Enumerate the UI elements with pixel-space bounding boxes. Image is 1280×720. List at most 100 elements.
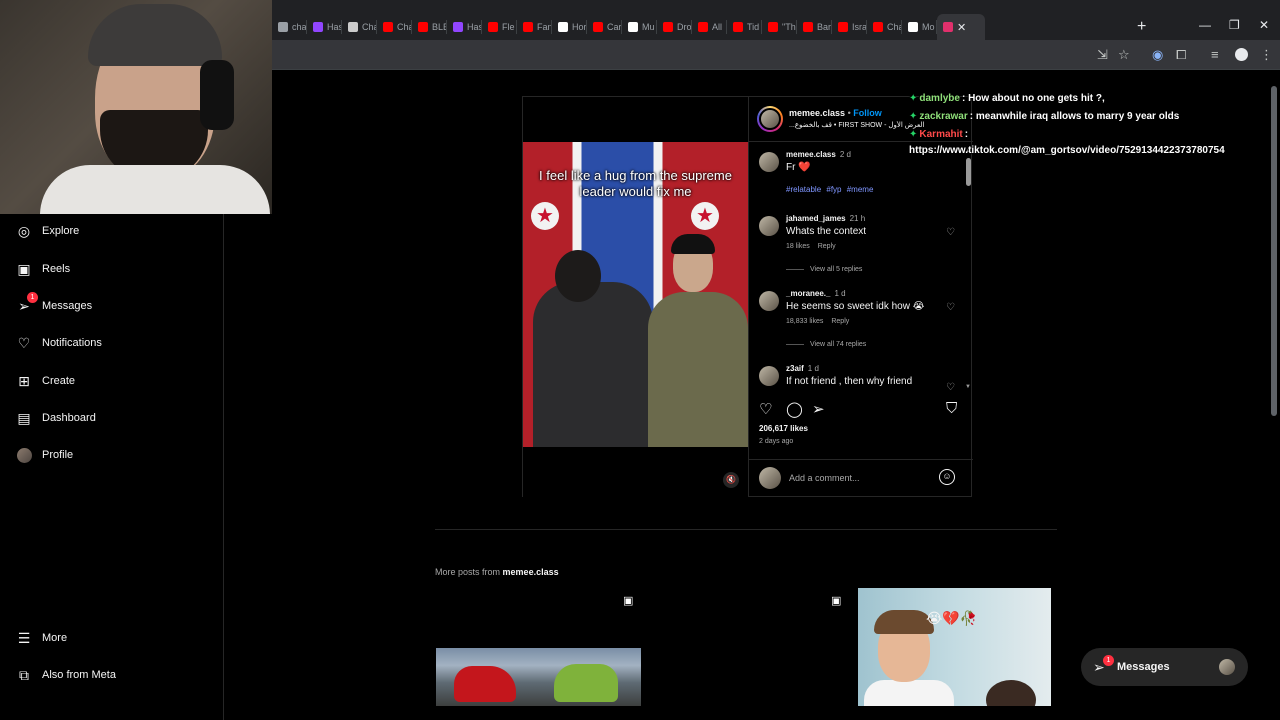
browser-tab[interactable]: Has xyxy=(307,14,342,40)
follow-button[interactable]: Follow xyxy=(853,108,882,118)
sidebar-item-profile[interactable]: Profile xyxy=(16,443,73,467)
comment-input[interactable]: Add a comment... xyxy=(789,473,860,483)
media-controls-icon[interactable]: ≡ xyxy=(1211,47,1219,62)
sidebar-item-notifications[interactable]: ♡ Notifications xyxy=(16,331,102,355)
extension-icon[interactable]: ◉ xyxy=(1152,47,1163,63)
comment-icon[interactable]: ◯ xyxy=(786,400,803,418)
scrollbar-thumb[interactable] xyxy=(966,158,971,186)
scroll-down-icon[interactable]: ▼ xyxy=(965,384,971,390)
comment-likes[interactable]: 18 likes xyxy=(786,243,810,250)
sidebar-item-label: Explore xyxy=(42,225,80,237)
browser-tab[interactable]: Mo xyxy=(902,14,937,40)
browser-tab[interactable]: Cha xyxy=(377,14,412,40)
post-media[interactable]: I feel like a hug from the supreme leade… xyxy=(523,97,748,497)
avatar[interactable] xyxy=(759,216,779,236)
tab-label: Fan xyxy=(537,22,552,32)
comment-username[interactable]: z3aif xyxy=(786,364,804,373)
browser-tab[interactable]: Hor xyxy=(552,14,587,40)
sidebar-item-label: More xyxy=(42,632,68,644)
scrollbar-thumb[interactable] xyxy=(1271,86,1277,416)
chat-text: : meanwhile iraq allows to marry 9 year … xyxy=(969,111,1180,122)
browser-tab[interactable]: Tid xyxy=(727,14,762,40)
notification-badge: 1 xyxy=(27,292,38,303)
more-posts-username[interactable]: memee.class xyxy=(503,567,559,577)
close-window-button[interactable]: ✕ xyxy=(1259,18,1269,32)
post-username[interactable]: memee.class xyxy=(789,108,845,118)
browser-tab[interactable]: Isra xyxy=(832,14,867,40)
sidebar-item-label: Reels xyxy=(42,263,71,275)
post-thumbnail[interactable]: 😭💔🥀 xyxy=(858,588,1051,706)
view-replies-button[interactable]: View all 5 replies xyxy=(786,266,862,273)
browser-tab[interactable]: Has xyxy=(447,14,482,40)
avatar[interactable] xyxy=(759,366,779,386)
audio-track[interactable]: ...قف بالخضوع • FIRST SHOW - العرض الأول xyxy=(789,121,939,129)
hashtag-link[interactable]: #meme xyxy=(847,185,874,194)
sidebar-item-dashboard[interactable]: ▤ Dashboard xyxy=(16,406,95,430)
like-comment-heart-icon[interactable]: ♡ xyxy=(946,382,955,393)
story-ring[interactable] xyxy=(757,106,783,132)
extensions-puzzle-icon[interactable]: ⧠ xyxy=(1176,47,1186,63)
sidebar-item-explore[interactable]: ◎ Explore xyxy=(16,219,79,243)
bookmark-star-icon[interactable]: ☆ xyxy=(1118,47,1130,63)
sidebar-item-reels[interactable]: ▣ Reels xyxy=(16,257,70,281)
like-heart-icon[interactable]: ♡ xyxy=(759,400,772,418)
browser-tab[interactable]: BLE xyxy=(412,14,447,40)
sidebar-item-messages[interactable]: ➢ 1 Messages xyxy=(16,292,92,318)
bookmark-icon[interactable]: ⛉ xyxy=(946,400,957,417)
browser-tab[interactable]: Cha xyxy=(342,14,377,40)
close-tab-icon[interactable]: ✕ xyxy=(957,21,966,34)
like-count[interactable]: 206,617 likes xyxy=(759,424,808,433)
browser-tab[interactable]: "Th xyxy=(762,14,797,40)
messages-pill-button[interactable]: ➢ 1 Messages xyxy=(1081,648,1248,686)
post-thumbnail[interactable] xyxy=(436,648,641,706)
sidebar-item-more[interactable]: ☰ More xyxy=(16,626,67,650)
browser-tab[interactable]: Bar xyxy=(797,14,832,40)
hashtag-link[interactable]: #fyp xyxy=(826,185,841,194)
reel-video[interactable]: I feel like a hug from the supreme leade… xyxy=(523,142,748,447)
mute-button[interactable]: 🔇 xyxy=(723,472,739,488)
browser-menu-icon[interactable]: ⋮ xyxy=(1260,47,1273,63)
reply-button[interactable]: Reply xyxy=(831,318,849,325)
browser-tab[interactable]: All xyxy=(692,14,727,40)
comment-username[interactable]: jahamed_james xyxy=(786,214,846,223)
browser-tab[interactable]: Car xyxy=(587,14,622,40)
chat-username: damlybe xyxy=(919,93,960,104)
minimize-button[interactable]: — xyxy=(1199,18,1211,32)
share-icon[interactable]: ➢ xyxy=(812,400,825,418)
reply-button[interactable]: Reply xyxy=(818,243,836,250)
page-scrollbar[interactable] xyxy=(1271,80,1277,710)
view-replies-button[interactable]: View all 74 replies xyxy=(786,341,866,348)
post-date: 2 days ago xyxy=(759,438,794,445)
tab-label: Has xyxy=(327,22,342,32)
avatar xyxy=(1219,659,1235,675)
sidebar-item-also-from-meta[interactable]: ⧉ Also from Meta xyxy=(16,663,116,687)
comment-username[interactable]: memee.class xyxy=(786,150,836,159)
comments-list[interactable]: memee.class 2 d Fr ❤️ #relatable #fyp #me… xyxy=(749,143,973,393)
thumbnail-figure-hair xyxy=(874,610,934,634)
browser-tab[interactable]: cha xyxy=(272,14,307,40)
browser-tab[interactable]: Mu xyxy=(622,14,657,40)
comment-username[interactable]: _moranee._ xyxy=(786,289,830,298)
comments-scrollbar[interactable]: ▲ ▼ xyxy=(965,148,971,392)
browser-profile-avatar[interactable] xyxy=(1235,48,1248,61)
comment-likes[interactable]: 18,833 likes xyxy=(786,318,823,325)
emoji-icon[interactable]: ☺ xyxy=(939,469,955,485)
browser-tab[interactable]: Fle xyxy=(482,14,517,40)
browser-tab-active[interactable]: ✕ xyxy=(937,14,985,40)
comment-time: 21 h xyxy=(849,214,866,223)
avatar[interactable] xyxy=(759,291,779,311)
new-tab-button[interactable]: + xyxy=(1137,18,1146,36)
flag-star-icon xyxy=(531,202,559,230)
more-posts-prefix: More posts from xyxy=(435,567,501,577)
install-app-icon[interactable]: ⇲ xyxy=(1097,47,1108,63)
restore-button[interactable]: ❐ xyxy=(1229,18,1240,32)
hashtag-link[interactable]: #relatable xyxy=(786,185,821,194)
messages-pill-label: Messages xyxy=(1117,661,1170,673)
browser-tab[interactable]: Dro xyxy=(657,14,692,40)
like-comment-heart-icon[interactable]: ♡ xyxy=(946,302,955,313)
avatar[interactable] xyxy=(759,152,779,172)
sidebar-item-create[interactable]: ⊞ Create xyxy=(16,369,75,393)
browser-tab[interactable]: Cha xyxy=(867,14,902,40)
browser-tab[interactable]: Fan xyxy=(517,14,552,40)
like-comment-heart-icon[interactable]: ♡ xyxy=(946,227,955,238)
